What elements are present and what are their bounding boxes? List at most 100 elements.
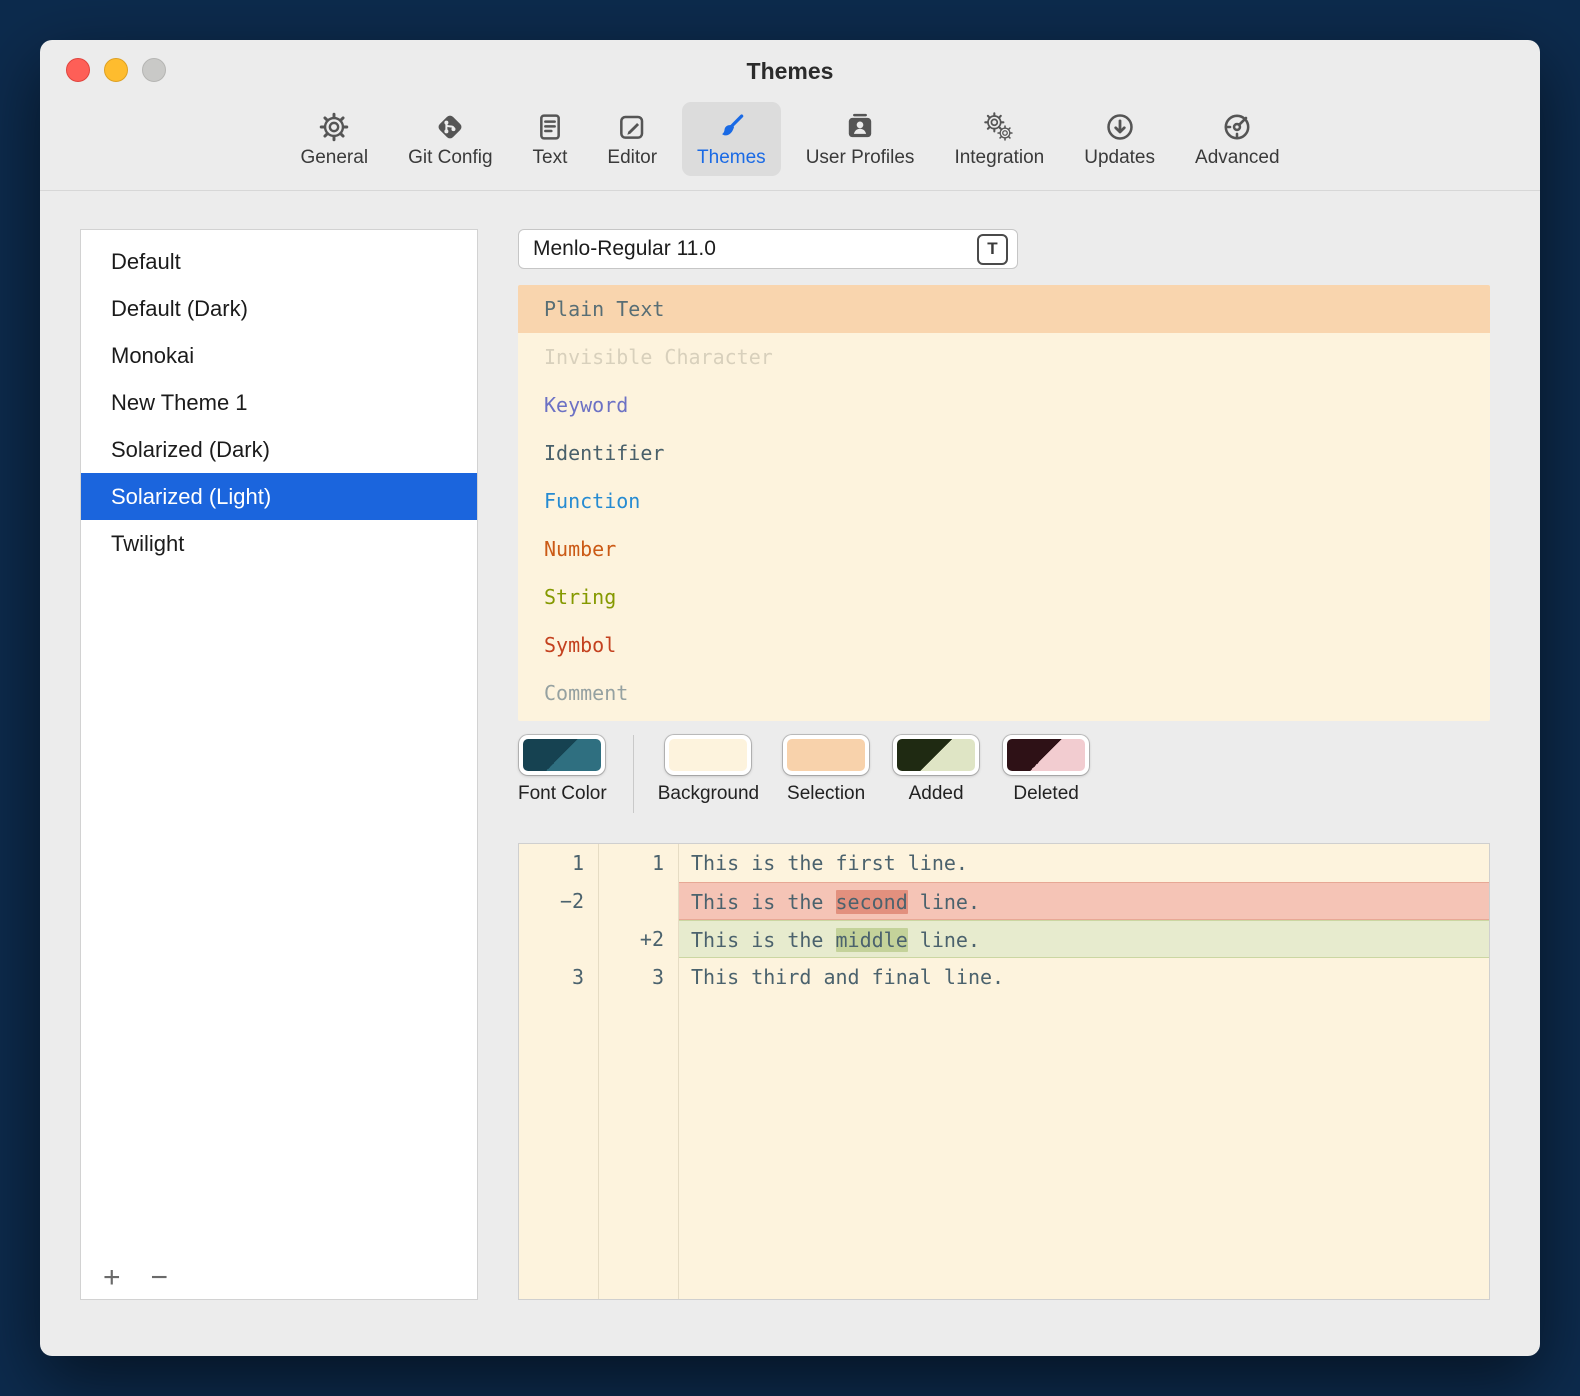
toolbar-item-advanced[interactable]: Advanced [1180,102,1295,176]
toolbar-item-user-profiles[interactable]: User Profiles [791,102,930,176]
toolbar-item-themes[interactable]: Themes [682,102,781,176]
toolbar-item-text[interactable]: Text [518,102,583,176]
download-circle-icon [1104,111,1136,143]
token-row-symbol[interactable]: Symbol [518,621,1490,669]
swatch-label: Added [909,783,964,805]
background-swatch-fill [669,739,747,771]
diff-left-gutter [519,996,599,1299]
window-title: Themes [747,58,834,85]
selection-swatch-fill [787,739,865,771]
diff-code: This third and final line. [679,958,1489,996]
remove-theme-button[interactable]: − [151,1263,169,1293]
theme-item-solarized-light[interactable]: Solarized (Light) [81,473,477,520]
code-text: This is the first line. [691,851,968,875]
diff-preview: 1 1 This is the first line. −2 This is t… [518,843,1490,1300]
editor-pencil-icon [616,111,648,143]
font-color-swatch[interactable] [519,735,605,775]
theme-item-new-theme-1[interactable]: New Theme 1 [81,379,477,426]
token-preview: Plain Text Invisible Character Keyword I… [518,285,1490,721]
diff-left-gutter: 1 [519,844,599,882]
token-row-invisible-character[interactable]: Invisible Character [518,333,1490,381]
theme-item-default-dark[interactable]: Default (Dark) [81,285,477,332]
add-theme-button[interactable]: + [103,1263,121,1293]
token-label: Comment [544,681,628,705]
traffic-lights [66,58,166,82]
deleted-swatch[interactable] [1003,735,1089,775]
toolbar-item-editor[interactable]: Editor [592,102,672,176]
font-color-swatch-fill [523,739,601,771]
theme-item-twilight[interactable]: Twilight [81,520,477,567]
paint-brush-icon [715,111,747,143]
swatch-divider [633,735,634,813]
toolbar-item-updates[interactable]: Updates [1069,102,1170,176]
font-picker-button[interactable]: T [977,234,1008,265]
diff-right-gutter [599,882,679,920]
token-row-comment[interactable]: Comment [518,669,1490,717]
token-row-plain-text[interactable]: Plain Text [518,285,1490,333]
diff-line-3: 3 3 This third and final line. [519,958,1489,996]
zoom-button [142,58,166,82]
token-row-identifier[interactable]: Identifier [518,429,1490,477]
diff-line-deleted: −2 This is the second line. [519,882,1489,920]
deleted-swatch-group: Deleted [1003,735,1089,805]
preferences-toolbar: General Git Config T [40,92,1540,191]
diff-left-gutter: −2 [519,882,599,920]
theme-list-panel: Default Default (Dark) Monokai New Theme… [80,229,478,1300]
theme-item-monokai[interactable]: Monokai [81,332,477,379]
selection-swatch[interactable] [783,735,869,775]
added-swatch[interactable] [893,735,979,775]
swatch-label: Font Color [518,783,607,805]
token-label: Identifier [544,441,664,465]
diff-empty-area [519,996,1489,1299]
advanced-cog-icon [1221,111,1253,143]
swatch-label: Selection [787,783,865,805]
token-row-function[interactable]: Function [518,477,1490,525]
minimize-button[interactable] [104,58,128,82]
swatch-label: Background [658,783,759,805]
close-button[interactable] [66,58,90,82]
toolbar-item-label: Updates [1084,147,1155,169]
toolbar-item-label: Advanced [1195,147,1280,169]
code-text: line. [908,928,980,952]
toolbar-item-label: Integration [954,147,1044,169]
toolbar-item-label: Git Config [408,147,492,169]
diff-code [679,996,1489,1299]
token-label: Plain Text [544,297,664,321]
toolbar-item-general[interactable]: General [285,102,383,176]
titlebar: Themes [40,40,1540,92]
added-swatch-group: Added [893,735,979,805]
diff-left-gutter: 3 [519,958,599,996]
diff-code: This is the middle line. [679,920,1489,958]
background-swatch-group: Background [658,735,759,805]
diff-right-gutter: 1 [599,844,679,882]
gears-icon [983,111,1015,143]
selection-swatch-group: Selection [783,735,869,805]
toolbar-item-label: User Profiles [806,147,915,169]
diff-right-gutter: 3 [599,958,679,996]
theme-item-default[interactable]: Default [81,238,477,285]
token-row-number[interactable]: Number [518,525,1490,573]
font-field[interactable]: Menlo-Regular 11.0 T [518,229,1018,269]
text-document-icon [534,111,566,143]
code-text: line. [908,890,980,914]
diff-right-gutter [599,996,679,1299]
diff-code: This is the second line. [679,882,1489,920]
git-branch-icon [434,111,466,143]
code-text: This third and final line. [691,965,1004,989]
token-row-keyword[interactable]: Keyword [518,381,1490,429]
font-color-swatch-group: Font Color [518,735,607,805]
code-text: This is the [691,890,836,914]
toolbar-item-git-config[interactable]: Git Config [393,102,507,176]
swatch-label: Deleted [1013,783,1079,805]
font-value: Menlo-Regular 11.0 [533,237,716,261]
theme-item-solarized-dark[interactable]: Solarized (Dark) [81,426,477,473]
added-swatch-fill [897,739,975,771]
token-label: Invisible Character [544,345,773,369]
gear-icon [318,111,350,143]
toolbar-item-integration[interactable]: Integration [939,102,1059,176]
token-label: Number [544,537,616,561]
diff-left-gutter [519,920,599,958]
token-row-string[interactable]: String [518,573,1490,621]
background-swatch[interactable] [665,735,751,775]
preferences-window: Themes General Git Config [40,40,1540,1356]
